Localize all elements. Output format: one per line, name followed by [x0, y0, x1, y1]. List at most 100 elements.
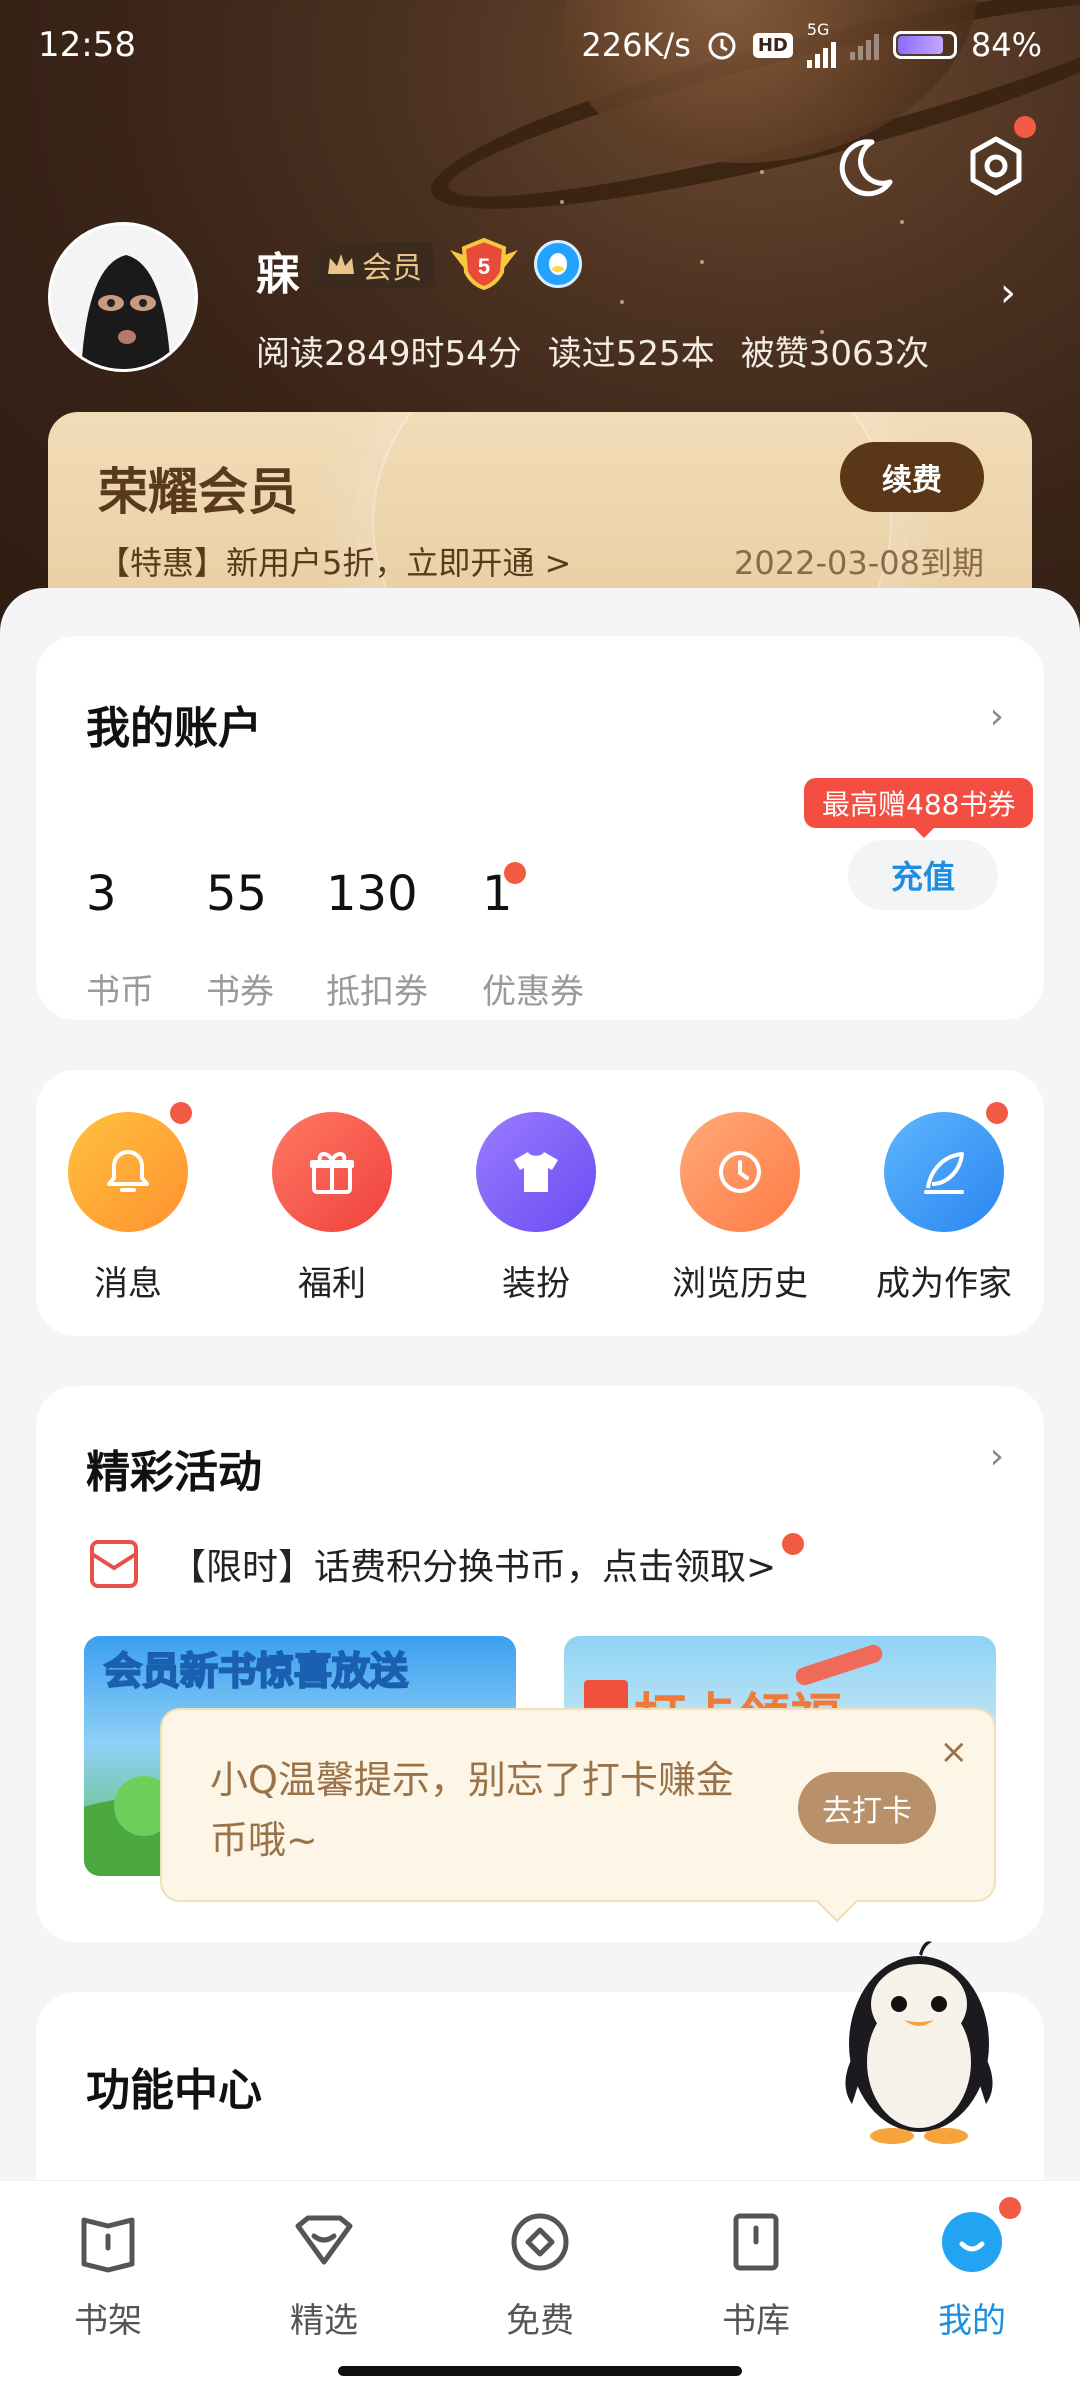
bell-icon — [68, 1102, 192, 1232]
sparkle-decoration — [620, 300, 624, 304]
nav-profile[interactable]: 我的 — [902, 2197, 1042, 2342]
username: 寐 — [256, 249, 300, 300]
sparkle-decoration — [700, 260, 704, 264]
discount-coupons-label: 优惠券 — [482, 972, 584, 1012]
free-icon — [505, 2207, 575, 2277]
nav-label: 书架 — [74, 2301, 142, 2341]
member-promo-link[interactable]: 【特惠】新用户5折，立即开通 > — [98, 538, 571, 584]
status-indicators: 226K/s HD 5G 84% — [581, 22, 1042, 68]
author-notification-dot — [986, 1102, 1008, 1124]
tools-card: 消息 福利 装扮 浏览历史 成为作家 — [36, 1070, 1044, 1336]
alarm-icon — [705, 28, 739, 62]
night-mode-button[interactable] — [832, 134, 896, 198]
activities-chevron-icon[interactable]: › — [990, 1436, 1004, 1477]
nav-bookshelf[interactable]: 书架 — [38, 2207, 178, 2342]
function-center-title: 功能中心 — [86, 2065, 262, 2116]
penguin-icon — [845, 1941, 993, 2144]
signal-bars-icon — [806, 38, 836, 68]
profile-detail-chevron-icon[interactable]: › — [1000, 270, 1016, 316]
nav-label: 书库 — [722, 2301, 790, 2341]
nav-free[interactable]: 免费 — [470, 2207, 610, 2342]
vouchers-value[interactable]: 55 — [206, 866, 267, 922]
reading-stats: 阅读2849时54分 读过525本 被赞3063次 — [256, 326, 929, 375]
sparkle-decoration — [900, 220, 904, 224]
promo-notification-dot — [782, 1533, 805, 1555]
vouchers-label: 书券 — [206, 972, 274, 1012]
member-expire-date: 2022-03-08到期 — [734, 544, 984, 582]
checkin-tip-popup: 小Q温馨提示，别忘了打卡赚金币哦~ 去打卡 × — [160, 1708, 996, 1902]
renew-button[interactable]: 续费 — [840, 442, 984, 512]
settings-hexagon-icon — [970, 136, 1022, 196]
tool-become-author[interactable]: 成为作家 — [864, 1102, 1024, 1305]
tool-history[interactable]: 浏览历史 — [660, 1112, 820, 1305]
avatar[interactable] — [48, 222, 198, 372]
signal-5g-icon: 5G — [806, 20, 836, 68]
gift-icon — [272, 1112, 392, 1232]
level-number: 5 — [478, 254, 490, 279]
battery-percent: 84% — [970, 26, 1042, 64]
go-checkin-button[interactable]: 去打卡 — [798, 1772, 936, 1844]
read-time-stat: 阅读2849时54分 — [256, 334, 522, 374]
level-shield-icon: 5 — [450, 237, 518, 291]
nav-label: 精选 — [290, 2301, 358, 2341]
tool-dressup[interactable]: 装扮 — [456, 1112, 616, 1305]
level-badge[interactable]: 5 — [446, 236, 522, 292]
nav-featured[interactable]: 精选 — [254, 2207, 394, 2342]
featured-icon — [289, 2207, 359, 2277]
tool-label: 成为作家 — [876, 1264, 1012, 1304]
sparkle-decoration — [560, 200, 564, 204]
coupon-notification-dot — [504, 862, 526, 884]
battery-icon — [892, 31, 957, 59]
penguin-mascot[interactable] — [824, 1924, 1014, 2144]
avatar-image — [51, 225, 195, 369]
banner-title: 会员新书惊喜放送 — [104, 1651, 408, 1693]
tool-label: 装扮 — [502, 1264, 570, 1304]
network-speed: 226K/s — [581, 26, 691, 64]
network-type: 5G — [806, 20, 830, 39]
coins-label: 书币 — [86, 972, 154, 1012]
library-icon — [721, 2207, 791, 2277]
tool-benefits[interactable]: 福利 — [252, 1112, 412, 1305]
bookshelf-icon — [73, 2207, 143, 2277]
close-icon[interactable]: × — [940, 1732, 969, 1772]
shirt-icon — [476, 1112, 596, 1232]
hd-icon: HD — [752, 32, 793, 58]
messages-notification-dot — [170, 1102, 192, 1124]
likes-stat: 被赞3063次 — [740, 334, 930, 374]
tool-label: 浏览历史 — [672, 1264, 808, 1304]
limited-promo-text: 【限时】话费积分换书币，点击领取> — [170, 1547, 777, 1588]
settings-button[interactable] — [964, 116, 1036, 198]
books-read-stat: 读过525本 — [547, 334, 715, 374]
qq-penguin-icon — [549, 253, 567, 275]
activities-title: 精彩活动 — [86, 1447, 262, 1498]
sparkle-decoration — [760, 170, 764, 174]
vip-badge[interactable]: 会员 — [314, 242, 434, 288]
recharge-button[interactable]: 充值 — [848, 840, 998, 910]
settings-notification-dot — [1014, 116, 1036, 138]
member-card-title: 荣耀会员 — [98, 463, 298, 521]
moon-icon — [839, 139, 893, 197]
deduction-coupons-value[interactable]: 130 — [326, 866, 418, 922]
signal-bars-secondary-icon — [849, 30, 879, 60]
tip-text: 小Q温馨提示，别忘了打卡赚金币哦~ — [210, 1758, 734, 1862]
status-bar: 12:58 226K/s HD 5G 84% — [0, 0, 1080, 90]
account-chevron-icon[interactable]: › — [990, 696, 1004, 737]
tool-label: 福利 — [298, 1264, 366, 1304]
limited-promo-link[interactable]: 【限时】话费积分换书币，点击领取> — [86, 1533, 826, 1592]
coins-value[interactable]: 3 — [86, 866, 117, 922]
feather-pen-icon — [884, 1102, 1008, 1232]
account-card[interactable]: 我的账户 › 3 书币 55 书券 130 抵扣券 1 优惠券 最高赠488书券… — [36, 636, 1044, 1020]
member-card[interactable]: 荣耀会员 续费 【特惠】新用户5折，立即开通 > 2022-03-08到期 — [48, 412, 1032, 602]
clock-icon — [680, 1112, 800, 1232]
account-card-title: 我的账户 — [86, 703, 262, 754]
home-indicator[interactable] — [338, 2366, 742, 2376]
tool-messages[interactable]: 消息 — [48, 1102, 208, 1305]
qq-badge[interactable] — [534, 240, 582, 288]
vip-badge-label: 会员 — [362, 251, 422, 286]
nav-label: 我的 — [938, 2301, 1006, 2341]
profile-notification-dot — [999, 2197, 1021, 2219]
recharge-bonus-bubble: 最高赠488书券 — [804, 778, 1034, 838]
nav-label: 免费 — [506, 2301, 574, 2341]
status-time: 12:58 — [38, 25, 136, 65]
nav-library[interactable]: 书库 — [686, 2207, 826, 2342]
